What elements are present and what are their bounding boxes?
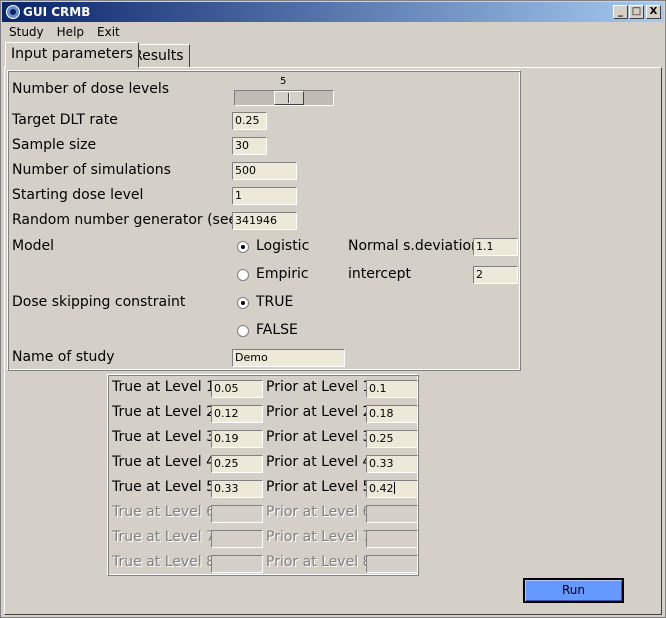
title-bar[interactable]: GUI CRMB _ □ X xyxy=(2,2,664,22)
run-button[interactable]: Run xyxy=(523,578,624,603)
target-dlt-input[interactable]: 0.25 xyxy=(232,112,267,130)
main-window: GUI CRMB _ □ X Study Help Exit Input par… xyxy=(0,0,666,618)
dose-levels-value: 5 xyxy=(280,76,287,87)
true-level-label: True at Level 7 xyxy=(112,529,216,545)
prior-level-input[interactable]: 0.18 xyxy=(366,405,418,423)
normal-sd-label: Normal s.deviation xyxy=(348,238,480,254)
start-dose-label: Starting dose level xyxy=(12,187,144,203)
prior-level-label: Prior at Level 5 xyxy=(266,479,372,495)
seed-label: Random number generator (seed) xyxy=(12,212,252,228)
close-button[interactable]: X xyxy=(646,5,661,19)
prior-level-label: Prior at Level 4 xyxy=(266,454,372,470)
simulations-label: Number of simulations xyxy=(12,162,171,178)
true-level-input xyxy=(211,555,263,573)
prior-level-label: Prior at Level 6 xyxy=(266,504,372,520)
true-level-label: True at Level 3 xyxy=(112,429,216,445)
prior-level-input xyxy=(366,505,418,523)
prior-level-input[interactable]: 0.33 xyxy=(366,455,418,473)
dose-skipping-false-radio[interactable] xyxy=(237,325,249,337)
prior-level-input[interactable]: 0.42 xyxy=(366,480,418,498)
prior-level-input[interactable]: 0.1 xyxy=(366,380,418,398)
slider-thumb[interactable] xyxy=(274,91,304,105)
model-label: Model xyxy=(12,238,55,254)
true-level-label: True at Level 2 xyxy=(112,404,216,420)
study-name-label: Name of study xyxy=(12,349,115,365)
dose-skipping-false-label[interactable]: FALSE xyxy=(256,322,298,338)
true-level-input xyxy=(211,505,263,523)
true-level-input[interactable]: 0.05 xyxy=(211,380,263,398)
dose-skipping-true-label[interactable]: TRUE xyxy=(256,294,293,310)
true-level-input[interactable]: 0.33 xyxy=(211,480,263,498)
window-title: GUI CRMB xyxy=(23,5,91,19)
menu-help[interactable]: Help xyxy=(50,25,90,39)
tab-input-parameters[interactable]: Input parameters xyxy=(5,42,139,68)
dose-levels-slider[interactable] xyxy=(234,90,334,106)
prior-level-input xyxy=(366,530,418,548)
target-dlt-label: Target DLT rate xyxy=(12,112,118,128)
maximize-button[interactable]: □ xyxy=(629,5,644,19)
true-level-input[interactable]: 0.12 xyxy=(211,405,263,423)
true-level-label: True at Level 8 xyxy=(112,554,216,570)
dose-levels-label: Number of dose levels xyxy=(12,81,170,97)
prior-level-input xyxy=(366,555,418,573)
study-name-input[interactable]: Demo xyxy=(232,349,345,367)
intercept-input[interactable]: 2 xyxy=(473,266,518,284)
menu-exit[interactable]: Exit xyxy=(90,25,126,39)
true-level-label: True at Level 6 xyxy=(112,504,216,520)
normal-sd-input[interactable]: 1.1 xyxy=(473,238,518,256)
true-level-label: True at Level 4 xyxy=(112,454,216,470)
sample-size-input[interactable]: 30 xyxy=(232,137,267,155)
prior-level-label: Prior at Level 7 xyxy=(266,529,372,545)
prior-level-label: Prior at Level 2 xyxy=(266,404,372,420)
prior-level-input[interactable]: 0.25 xyxy=(366,430,418,448)
intercept-label: intercept xyxy=(348,266,411,282)
menu-bar: Study Help Exit xyxy=(2,22,664,41)
menu-study[interactable]: Study xyxy=(2,25,50,39)
dose-skipping-label: Dose skipping constraint xyxy=(12,294,186,310)
true-level-input[interactable]: 0.25 xyxy=(211,455,263,473)
r-logo-icon xyxy=(6,5,20,19)
start-dose-input[interactable]: 1 xyxy=(232,187,297,205)
simulations-input[interactable]: 500 xyxy=(232,162,297,180)
model-logistic-label[interactable]: Logistic xyxy=(256,238,309,254)
prior-level-label: Prior at Level 8 xyxy=(266,554,372,570)
prior-level-label: Prior at Level 1 xyxy=(266,379,372,395)
prior-level-label: Prior at Level 3 xyxy=(266,429,372,445)
minimize-button[interactable]: _ xyxy=(613,5,628,19)
true-level-input[interactable]: 0.19 xyxy=(211,430,263,448)
text-cursor xyxy=(393,482,395,494)
seed-input[interactable]: 341946 xyxy=(232,212,297,230)
model-empiric-label[interactable]: Empiric xyxy=(256,266,309,282)
dose-skipping-true-radio[interactable] xyxy=(237,297,249,309)
true-level-input xyxy=(211,530,263,548)
model-empiric-radio[interactable] xyxy=(237,269,249,281)
model-logistic-radio[interactable] xyxy=(237,241,249,253)
sample-size-label: Sample size xyxy=(12,137,97,153)
true-level-label: True at Level 1 xyxy=(112,379,216,395)
true-level-label: True at Level 5 xyxy=(112,479,216,495)
